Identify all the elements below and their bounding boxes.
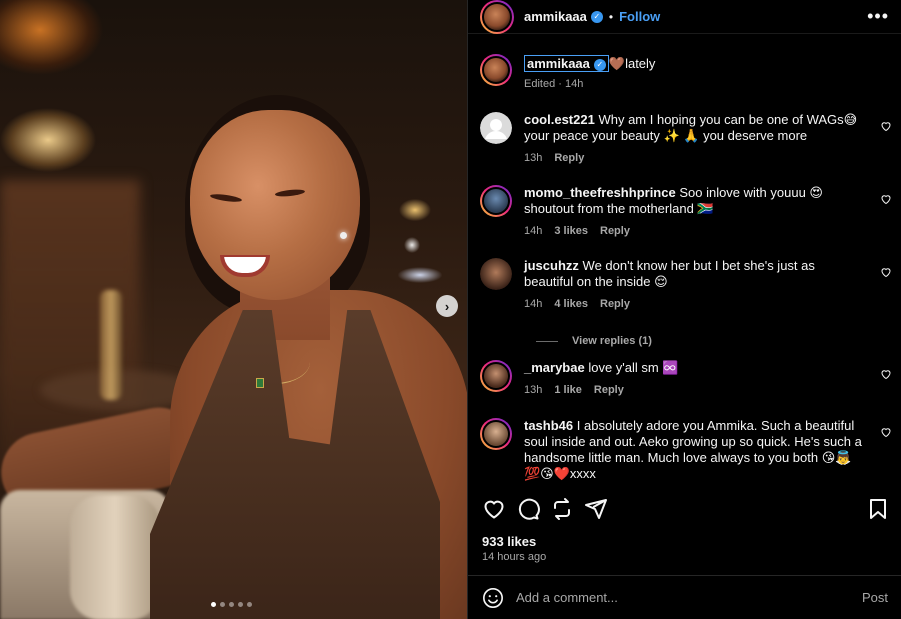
post-comment-button[interactable]: Post: [862, 590, 888, 605]
view-replies-button[interactable]: View replies (1): [536, 335, 652, 347]
reply-button[interactable]: Reply: [600, 296, 630, 312]
heart-icon[interactable]: [880, 368, 892, 380]
avatar[interactable]: [480, 54, 512, 86]
follow-button[interactable]: Follow: [619, 9, 660, 24]
photo-face: [190, 110, 360, 300]
comment-username[interactable]: momo_theefreshhprince: [524, 185, 676, 200]
comment-time: 14h: [524, 298, 543, 310]
comment-username[interactable]: cool.est221: [524, 112, 595, 127]
comment-time: 13h: [524, 384, 543, 396]
comment-item: momo_theefreshhprince Soo inlove with yo…: [480, 185, 892, 239]
comment-likes[interactable]: 4 likes: [554, 296, 588, 312]
comment-item: tashb46 I absolutely adore you Ammika. S…: [480, 418, 892, 482]
comment-likes[interactable]: 1 like: [554, 382, 582, 398]
comment-time: 14h: [524, 225, 543, 237]
comment-item: _marybae love y'all sm ♾️ 13h 1 like Rep…: [480, 360, 892, 398]
share-icon[interactable]: [584, 497, 608, 521]
repost-icon[interactable]: [550, 497, 574, 521]
post-timestamp: 14 hours ago: [482, 551, 547, 563]
heart-icon[interactable]: [482, 497, 506, 521]
carousel-dot: [238, 602, 243, 607]
default-avatar-icon[interactable]: [480, 112, 512, 144]
comment-text: love y'all sm ♾️: [588, 360, 679, 375]
next-slide-button[interactable]: ›: [436, 295, 458, 317]
carousel-dot: [220, 602, 225, 607]
comment-item: cool.est221 Why am I hoping you can be o…: [480, 112, 892, 166]
chevron-right-icon: ›: [444, 298, 450, 314]
comment-username[interactable]: tashb46: [524, 418, 573, 433]
carousel-dot: [229, 602, 234, 607]
caption-text: 🤎lately: [608, 56, 656, 71]
photo-bottle: [100, 290, 122, 400]
heart-icon[interactable]: [880, 426, 892, 438]
heart-icon[interactable]: [880, 193, 892, 205]
comment-text: I absolutely adore you Ammika. Such a be…: [524, 418, 862, 481]
likes-count[interactable]: 933 likes: [482, 534, 536, 549]
comment-icon[interactable]: [516, 497, 540, 521]
photo-pendant: [256, 378, 264, 388]
photo-cushion: [70, 495, 160, 619]
more-options-icon[interactable]: •••: [867, 6, 889, 27]
caption-meta: Edited · 14h: [524, 78, 584, 90]
post-actions: [482, 497, 892, 521]
author-avatar[interactable]: [480, 0, 514, 34]
emoji-icon[interactable]: [482, 587, 504, 609]
author-username[interactable]: ammikaaa: [524, 9, 587, 24]
verified-icon: ✓: [593, 58, 606, 71]
avatar[interactable]: [480, 360, 512, 392]
comment-username[interactable]: _marybae: [524, 360, 585, 375]
carousel-dots: [211, 602, 252, 607]
avatar[interactable]: [480, 258, 512, 290]
header-separator: •: [608, 9, 614, 24]
reply-button[interactable]: Reply: [600, 223, 630, 239]
carousel-dot: [247, 602, 252, 607]
heart-icon[interactable]: [880, 120, 892, 132]
caption: ammikaaa ✓ 🤎lately Edited · 14h: [480, 54, 890, 92]
replies-divider: [536, 340, 558, 342]
avatar[interactable]: [480, 418, 512, 450]
avatar[interactable]: [480, 185, 512, 217]
verified-icon: ✓: [590, 10, 603, 23]
post-photo[interactable]: ›: [0, 0, 467, 619]
carousel-dot: [211, 602, 216, 607]
comment-likes[interactable]: 3 likes: [554, 223, 588, 239]
comments-panel: ammikaaa ✓ • Follow ••• ammikaaa ✓ 🤎lately…: [467, 0, 901, 619]
photo-earring: [340, 232, 347, 239]
reply-button[interactable]: Reply: [594, 382, 624, 398]
comment-item: juscuhzz We don't know her but I bet she…: [480, 258, 892, 312]
view-replies-label: View replies (1): [572, 335, 652, 347]
bookmark-icon[interactable]: [866, 497, 890, 521]
post-header: ammikaaa ✓ • Follow •••: [468, 0, 901, 34]
comment-input[interactable]: [516, 590, 862, 605]
caption-username[interactable]: ammikaaa ✓: [524, 55, 609, 72]
add-comment-bar: Post: [468, 575, 901, 619]
instagram-post-viewer: › ammikaaa ✓ • Follow ••• ammikaaa ✓ 🤎late…: [0, 0, 901, 619]
comment-username[interactable]: juscuhzz: [524, 258, 579, 273]
reply-button[interactable]: Reply: [554, 150, 584, 166]
heart-icon[interactable]: [880, 266, 892, 278]
comment-time: 13h: [524, 152, 543, 164]
